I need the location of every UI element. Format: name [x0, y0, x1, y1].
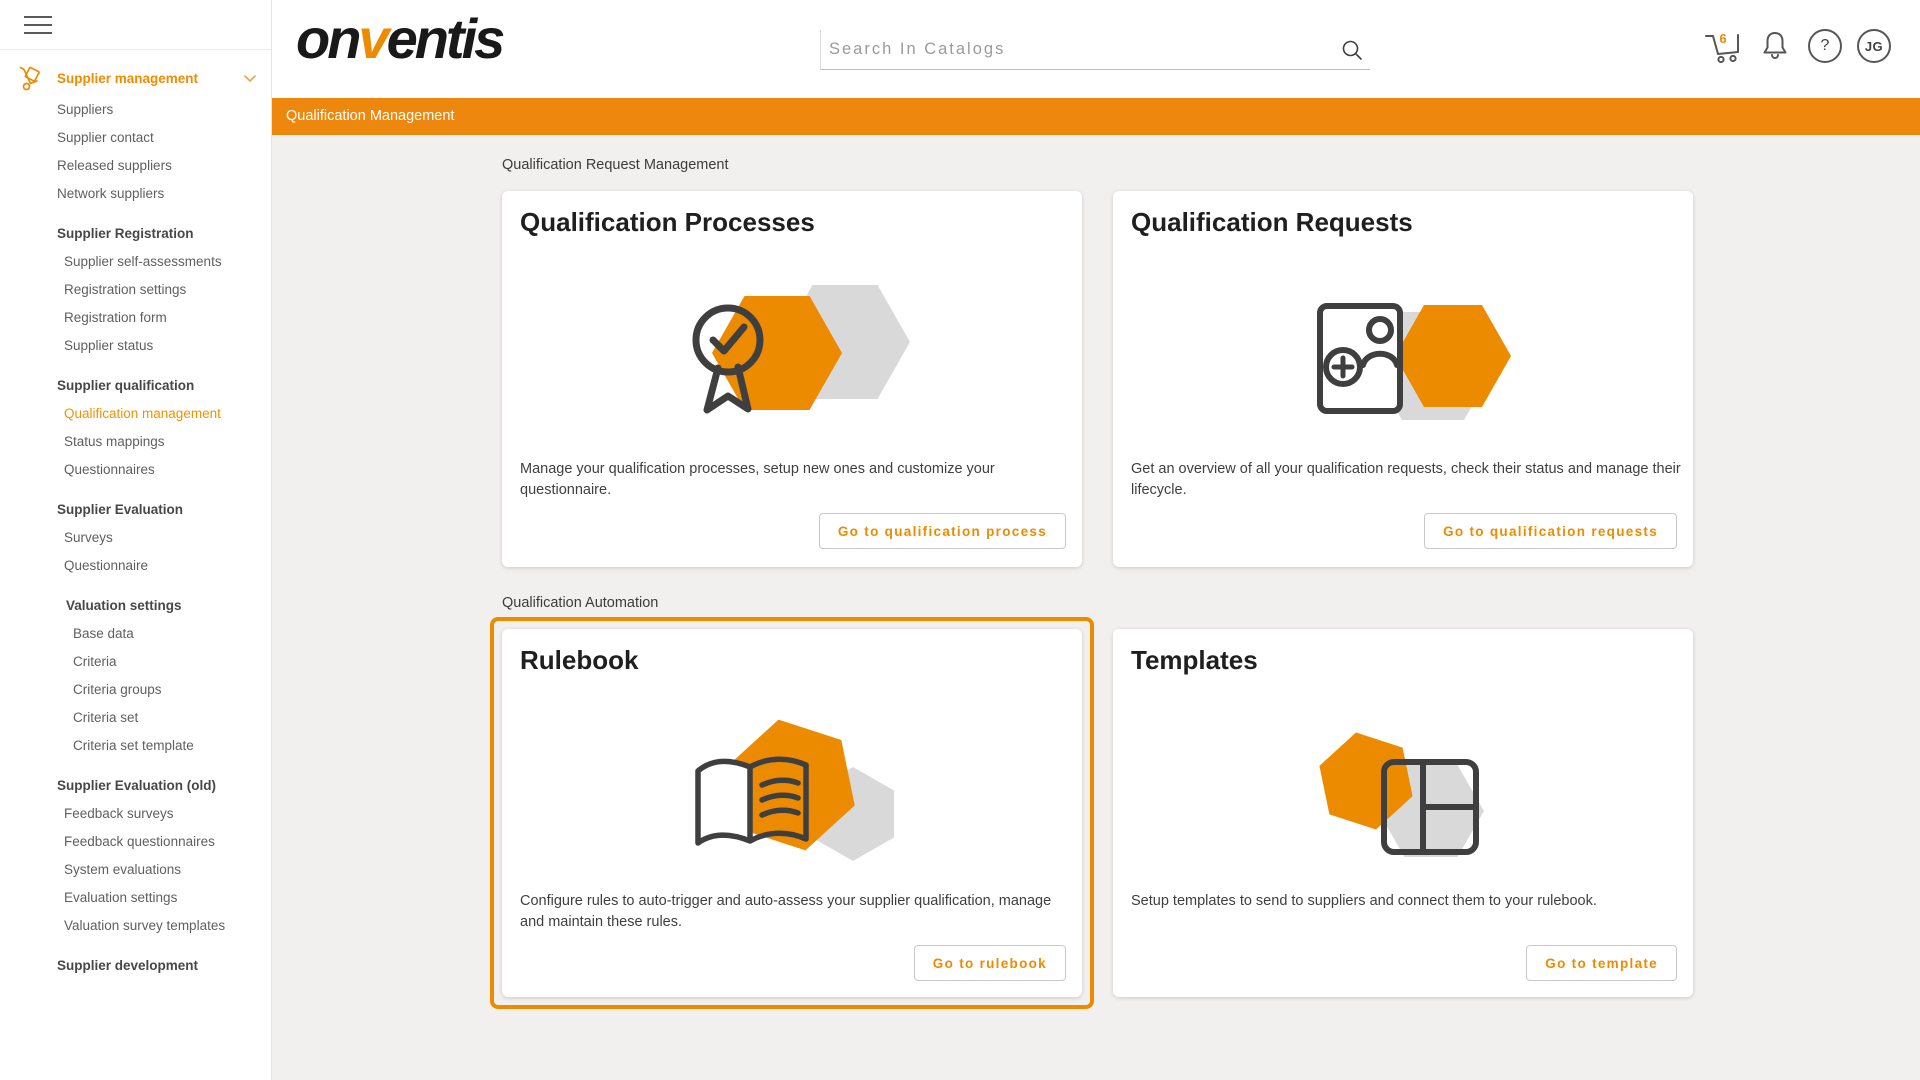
card-qualification-requests: Qualification Requests: [1113, 191, 1693, 567]
section-label-request-management: Qualification Request Management: [502, 157, 1694, 177]
sidebar: Supplier management Suppliers Supplier c…: [0, 0, 272, 1080]
sidebar-item-questionnaire[interactable]: Questionnaire: [0, 552, 271, 580]
sidebar-item-supplier-management[interactable]: Supplier management: [0, 60, 271, 96]
header-icons: 6 ? JG: [1702, 26, 1891, 66]
card-templates: Templates Setup templates to send to sup…: [1113, 629, 1693, 997]
sidebar-top: [0, 0, 271, 50]
sidebar-item-registration-form[interactable]: Registration form: [0, 304, 271, 332]
top-header: onventis 6 ? JG: [272, 0, 1920, 98]
main-content: Qualification Request Management Qualifi…: [272, 135, 1920, 1080]
go-to-rulebook-button[interactable]: Go to rulebook: [914, 945, 1066, 981]
go-to-template-button[interactable]: Go to template: [1526, 945, 1677, 981]
sidebar-item-network-suppliers[interactable]: Network suppliers: [0, 180, 271, 208]
sidebar-item-registration-settings[interactable]: Registration settings: [0, 276, 271, 304]
catalog-search: [820, 30, 1370, 70]
document-search-user-icon: [1283, 271, 1523, 446]
go-to-qualification-requests-button[interactable]: Go to qualification requests: [1424, 513, 1677, 549]
app-viewport: Supplier management Suppliers Supplier c…: [0, 0, 1920, 1080]
open-book-icon: [672, 709, 912, 884]
sidebar-item-suppliers[interactable]: Suppliers: [0, 96, 271, 124]
sidebar-header-supplier-registration[interactable]: Supplier Registration: [0, 220, 271, 248]
help-glyph: ?: [1821, 37, 1830, 55]
sidebar-item-questionnaires[interactable]: Questionnaires: [0, 456, 271, 484]
sidebar-item-system-evaluations[interactable]: System evaluations: [0, 856, 271, 884]
sidebar-item-valuation-survey-templates[interactable]: Valuation survey templates: [0, 912, 271, 940]
sidebar-item-qualification-management[interactable]: Qualification management: [0, 400, 271, 428]
card-qualification-processes: Qualification Processes Manage your qual…: [502, 191, 1082, 567]
logo-prefix: on: [296, 7, 358, 70]
sidebar-item-base-data[interactable]: Base data: [0, 620, 271, 648]
sidebar-item-released-suppliers[interactable]: Released suppliers: [0, 152, 271, 180]
card-description: Manage your qualification processes, set…: [520, 459, 1076, 501]
sidebar-item-evaluation-settings[interactable]: Evaluation settings: [0, 884, 271, 912]
card-title: Qualification Processes: [520, 207, 815, 238]
logo-suffix: entis: [387, 7, 503, 70]
sidebar-header-supplier-evaluation[interactable]: Supplier Evaluation: [0, 496, 271, 524]
sidebar-item-supplier-contact[interactable]: Supplier contact: [0, 124, 271, 152]
card-title: Templates: [1131, 645, 1258, 676]
card-description: Setup templates to send to suppliers and…: [1131, 891, 1687, 912]
sidebar-item-surveys[interactable]: Surveys: [0, 524, 271, 552]
card-description: Get an overview of all your qualificatio…: [1131, 459, 1687, 501]
sidebar-item-criteria-groups[interactable]: Criteria groups: [0, 676, 271, 704]
section-label-automation: Qualification Automation: [502, 595, 1694, 615]
cart-count-badge: 6: [1719, 31, 1726, 46]
avatar-initials: JG: [1865, 39, 1883, 54]
breadcrumb-bar: Qualification Management: [272, 98, 1920, 135]
rulebook-highlight-ring: Rulebook Conf: [490, 617, 1094, 1009]
hand-truck-icon: [17, 65, 43, 91]
sidebar-item-supplier-self-assessments[interactable]: Supplier self-assessments: [0, 248, 271, 276]
sidebar-item-criteria-set-template[interactable]: Criteria set template: [0, 732, 271, 760]
search-icon[interactable]: [1340, 38, 1364, 62]
sidebar-header-valuation-settings[interactable]: Valuation settings: [0, 592, 271, 620]
card-rulebook: Rulebook Conf: [502, 629, 1082, 997]
sidebar-item-status-mappings[interactable]: Status mappings: [0, 428, 271, 456]
hamburger-menu-icon[interactable]: [24, 16, 52, 34]
bell-icon[interactable]: [1757, 28, 1793, 64]
go-to-qualification-process-button[interactable]: Go to qualification process: [819, 513, 1066, 549]
sidebar-item-criteria[interactable]: Criteria: [0, 648, 271, 676]
card-description: Configure rules to auto-trigger and auto…: [520, 891, 1076, 933]
sidebar-item-criteria-set[interactable]: Criteria set: [0, 704, 271, 732]
sidebar-header-supplier-development[interactable]: Supplier development: [0, 952, 271, 980]
sidebar-header-supplier-qualification[interactable]: Supplier qualification: [0, 372, 271, 400]
card-title: Qualification Requests: [1131, 207, 1413, 238]
onventis-logo[interactable]: onventis: [296, 6, 502, 71]
card-title: Rulebook: [520, 645, 638, 676]
breadcrumb[interactable]: Qualification Management: [272, 98, 1920, 135]
card-row-automation: Rulebook Conf: [502, 629, 1694, 997]
sidebar-nav: Supplier management Suppliers Supplier c…: [0, 50, 271, 980]
sidebar-item-supplier-status[interactable]: Supplier status: [0, 332, 271, 360]
help-icon[interactable]: ?: [1808, 29, 1842, 63]
card-row-request-management: Qualification Processes Manage your qual…: [502, 191, 1694, 567]
badge-check-icon: [672, 271, 912, 446]
chevron-down-icon[interactable]: [243, 72, 257, 86]
sidebar-header-supplier-evaluation-old[interactable]: Supplier Evaluation (old): [0, 772, 271, 800]
sidebar-item-feedback-surveys[interactable]: Feedback surveys: [0, 800, 271, 828]
avatar[interactable]: JG: [1857, 29, 1891, 63]
template-grid-icon: [1283, 709, 1523, 884]
logo-accent: v: [358, 7, 386, 70]
cart-icon[interactable]: 6: [1702, 26, 1742, 66]
sidebar-item-feedback-questionnaires[interactable]: Feedback questionnaires: [0, 828, 271, 856]
search-input[interactable]: [821, 40, 1340, 59]
